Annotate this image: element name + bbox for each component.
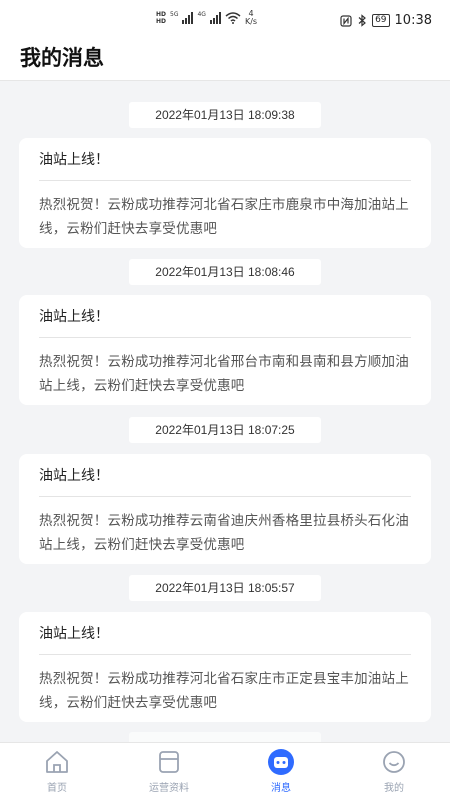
app-header: 我的消息	[0, 36, 450, 81]
message-card[interactable]: 油站上线！ 热烈祝贺！云粉成功推荐云南省迪庆州香格里拉县桥头石化油站上线，云粉们…	[19, 454, 431, 564]
home-icon	[42, 747, 72, 777]
document-icon	[154, 747, 184, 777]
message-body: 热烈祝贺！云粉成功推荐河北省石家庄市鹿泉市中海加油站上线，云粉们赶快去享受优惠吧	[39, 197, 409, 237]
signal-icon	[182, 12, 194, 24]
message-body: 热烈祝贺！云粉成功推荐河北省邢台市南和县南和县方顺加油站上线，云粉们赶快去享受优…	[39, 354, 409, 394]
signal-icon-2	[209, 12, 221, 24]
divider	[39, 496, 411, 497]
tab-home[interactable]: 首页	[12, 747, 102, 799]
wifi-icon	[225, 12, 241, 24]
message-card[interactable]: 油站上线！ 热烈祝贺！云粉成功推荐河北省石家庄市正定县宝丰加油站上线，云粉们赶快…	[19, 612, 431, 722]
network-type-1: 5G	[170, 10, 179, 18]
message-card[interactable]: 油站上线！ 热烈祝贺！云粉成功推荐河北省邢台市南和县南和县方顺加油站上线，云粉们…	[19, 295, 431, 405]
status-bar-network: HD HD 5G 4G 4 K/s	[156, 10, 257, 26]
divider	[39, 337, 411, 338]
speed-unit: K/s	[244, 17, 258, 26]
tab-messages[interactable]: 消息	[236, 747, 326, 799]
hd-label-2: HD	[156, 18, 167, 25]
bottom-tab-bar: 首页 运营资料 消息 我的	[0, 742, 450, 800]
message-title: 油站上线！	[39, 626, 109, 642]
message-list[interactable]: 2022年01月13日 18:09:38 油站上线！ 热烈祝贺！云粉成功推荐河北…	[0, 82, 450, 742]
message-body: 热烈祝贺！云粉成功推荐云南省迪庆州香格里拉县桥头石化油站上线，云粉们赶快去享受优…	[39, 513, 409, 553]
network-speed: 4 K/s	[245, 10, 257, 26]
next-timestamp-partial	[129, 732, 321, 742]
network-type-2: 4G	[197, 10, 206, 18]
hd-indicator: HD HD	[156, 11, 166, 25]
nfc-icon	[340, 14, 352, 27]
page-title: 我的消息	[20, 46, 104, 70]
message-timestamp: 2022年01月13日 18:08:46	[129, 259, 321, 285]
tab-label: 首页	[47, 783, 67, 794]
message-timestamp: 2022年01月13日 18:09:38	[129, 102, 321, 128]
status-bar: HD HD 5G 4G 4 K/s 69 10:38	[0, 0, 450, 36]
message-title: 油站上线！	[39, 152, 109, 168]
tab-label: 我的	[384, 783, 404, 794]
divider	[39, 180, 411, 181]
profile-icon	[379, 747, 409, 777]
message-timestamp: 2022年01月13日 18:07:25	[129, 417, 321, 443]
message-timestamp: 2022年01月13日 18:05:57	[129, 575, 321, 601]
tab-label: 运营资料	[149, 783, 189, 794]
battery-icon: 69	[372, 14, 390, 27]
tab-profile[interactable]: 我的	[349, 747, 439, 799]
status-time: 10:38	[394, 13, 432, 28]
message-title: 油站上线！	[39, 468, 109, 484]
message-body: 热烈祝贺！云粉成功推荐河北省石家庄市正定县宝丰加油站上线，云粉们赶快去享受优惠吧	[39, 671, 409, 711]
tab-operations[interactable]: 运营资料	[124, 747, 214, 799]
status-bar-system: 69 10:38	[340, 13, 432, 28]
message-title: 油站上线！	[39, 309, 109, 325]
tab-label: 消息	[271, 783, 291, 794]
divider	[39, 654, 411, 655]
message-card[interactable]: 油站上线！ 热烈祝贺！云粉成功推荐河北省石家庄市鹿泉市中海加油站上线，云粉们赶快…	[19, 138, 431, 248]
message-icon	[266, 747, 296, 777]
hd-label-1: HD	[156, 11, 167, 18]
bluetooth-icon	[358, 14, 366, 27]
